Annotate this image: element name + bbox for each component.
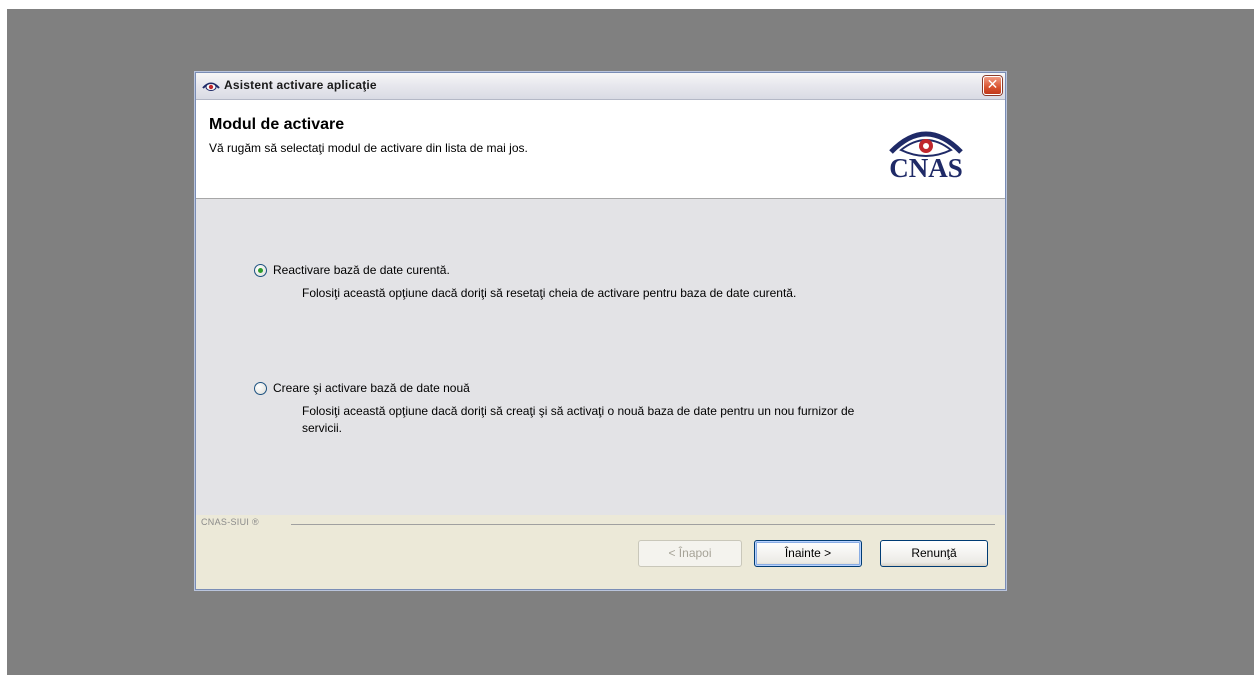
cnas-app-icon xyxy=(202,82,220,91)
back-button[interactable]: < Înapoi xyxy=(638,540,742,567)
wizard-header: Modul de activare Vă rugăm să selectaţi … xyxy=(196,100,1005,199)
logo-text: CNAS xyxy=(889,153,963,183)
activation-wizard-dialog: Asistent activare aplicaţie ✕ Modul de a… xyxy=(195,72,1006,590)
cnas-logo: CNAS xyxy=(871,122,981,184)
radio-create-new[interactable] xyxy=(254,382,267,395)
option-create-new-label[interactable]: Creare şi activare bază de date nouă xyxy=(273,381,470,395)
radio-reactivate[interactable] xyxy=(254,264,267,277)
close-icon: ✕ xyxy=(986,77,999,93)
option-create-new-description: Folosiţi această opţiune dacă doriţi să … xyxy=(302,404,855,435)
close-button[interactable]: ✕ xyxy=(983,76,1002,95)
next-button[interactable]: Înainte > xyxy=(754,540,862,567)
cancel-button[interactable]: Renunţă xyxy=(880,540,988,567)
option-reactivate-label[interactable]: Reactivare bază de date curentă. xyxy=(273,263,450,277)
page-subtitle: Vă rugăm să selectaţi modul de activare … xyxy=(209,141,528,155)
option-reactivate-description: Folosiţi această opţiune dacă doriţi să … xyxy=(302,286,797,300)
page-title: Modul de activare xyxy=(209,116,345,133)
brand-mark: CNAS-SIUI ® xyxy=(201,517,259,527)
footer-divider xyxy=(291,524,995,525)
title-bar[interactable]: Asistent activare aplicaţie ✕ xyxy=(196,73,1005,100)
window-title: Asistent activare aplicaţie xyxy=(224,78,377,92)
wizard-content: Reactivare bază de date curentă. Folosiţ… xyxy=(196,199,1005,515)
